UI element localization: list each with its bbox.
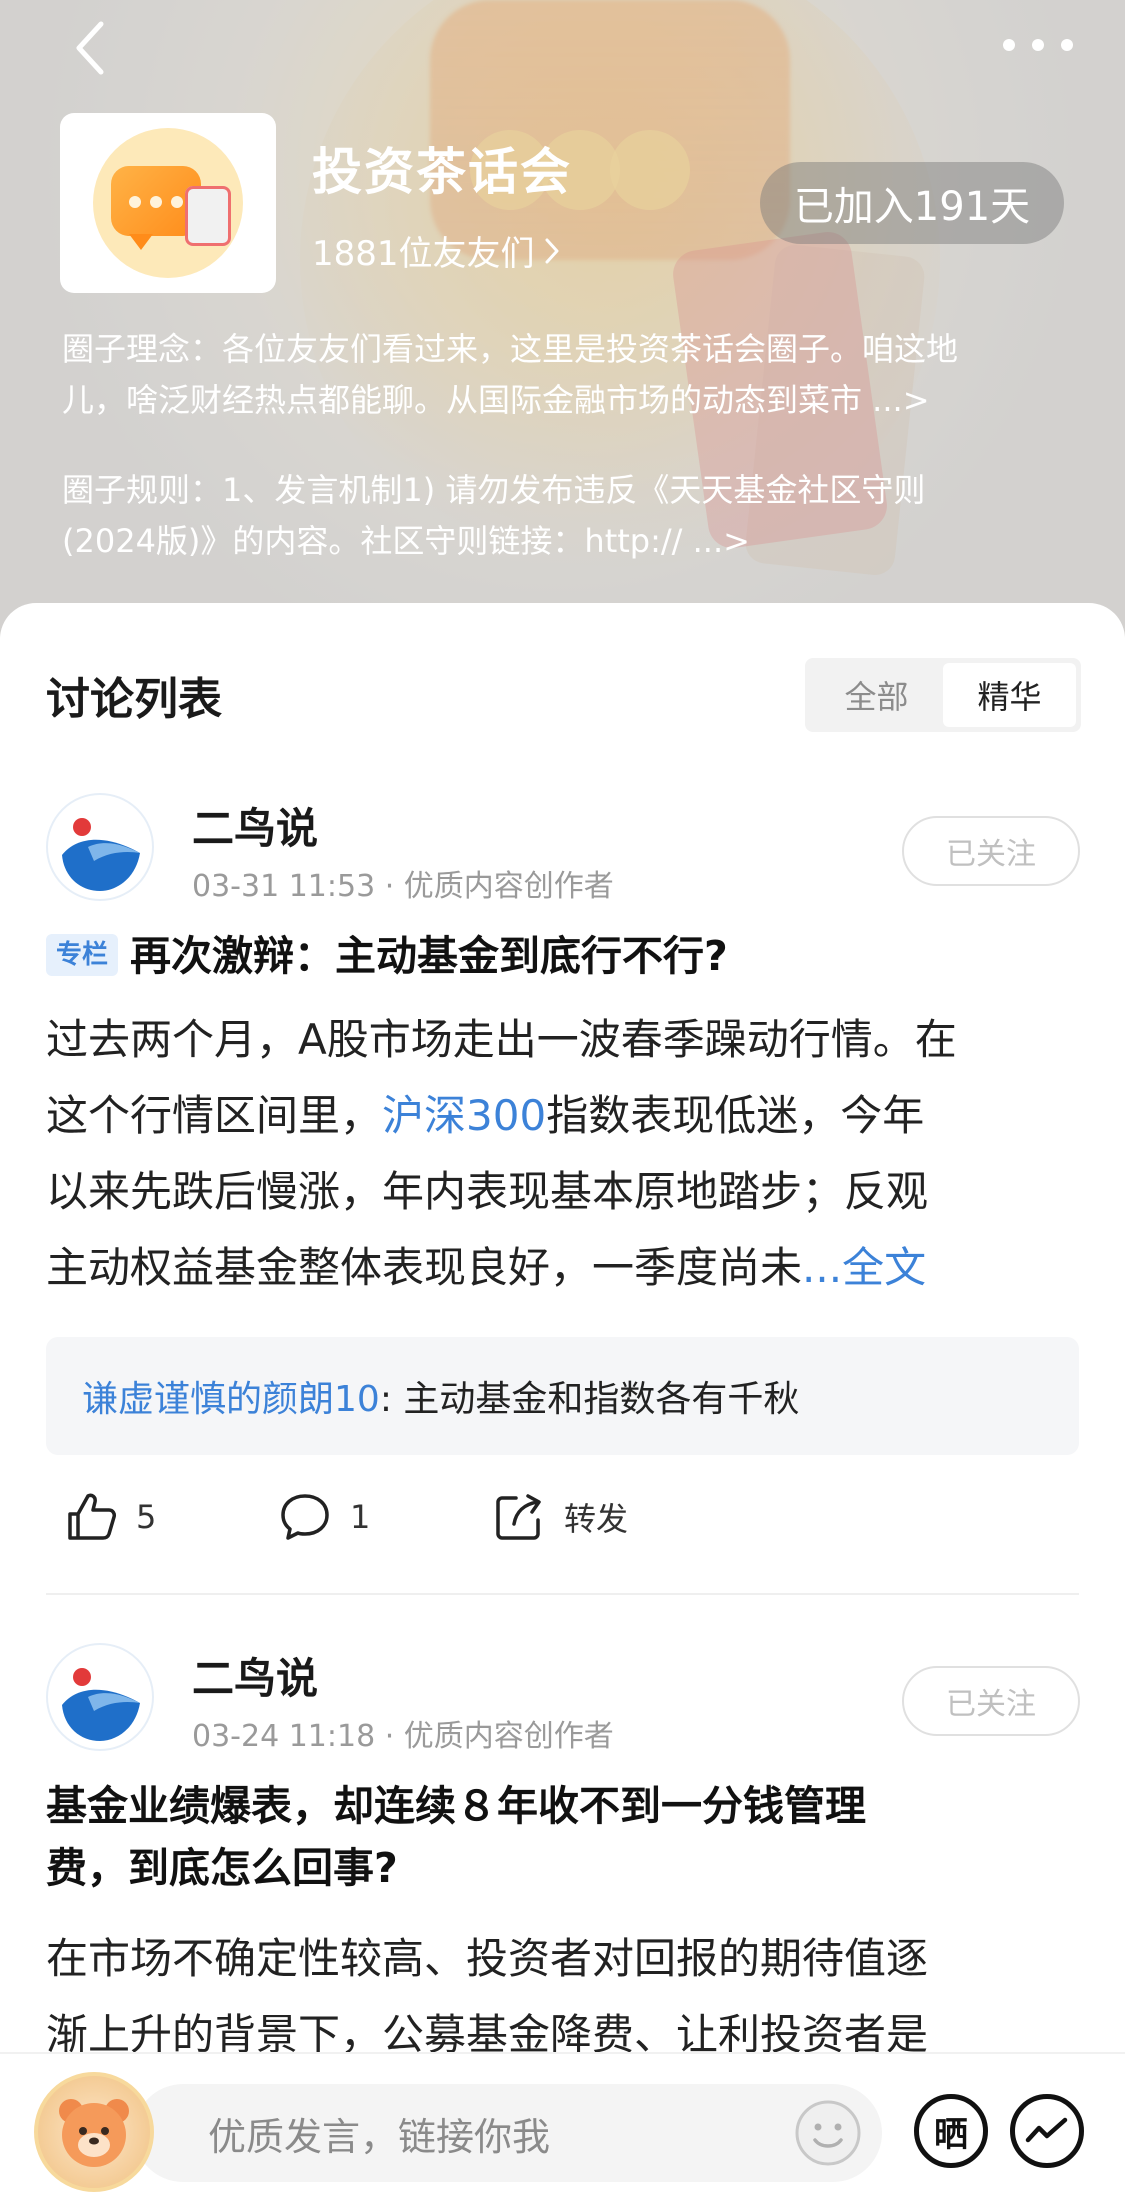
group-logo [60,113,276,293]
bottom-compose-bar: 优质发言，链接你我 晒 [0,2052,1125,2205]
filter-tabs: 全部 精华 [805,658,1081,732]
comment-button[interactable]: 1 [278,1490,370,1544]
more-dots-icon [1003,39,1015,51]
chevron-left-icon [76,21,104,75]
body-line: 过去两个月，A股市场走出一波春季躁动行情。在 [46,1015,957,1064]
comment-count: 1 [350,1498,371,1536]
smiley-icon [795,2100,861,2166]
chevron-right-icon [545,238,559,263]
trend-line-icon [1025,2117,1068,2143]
body-text: 主动权益基金整体表现良好，一季度尚未 [46,1243,803,1292]
author-logo-icon [52,799,148,895]
discussion-list-title: 讨论列表 [46,674,222,725]
post-title-line: 基金业绩爆表，却连续８年收不到一分钱管理 [46,1782,866,1830]
body-line: 主动权益基金整体表现良好，一季度尚未...全文 [46,1230,1086,1306]
author-avatar[interactable] [46,793,154,901]
post-divider [46,1593,1079,1595]
group-name: 投资茶话会 [312,143,572,201]
body-line: 这个行情区间里，沪深300指数表现低迷，今年 [46,1078,1086,1154]
trend-button[interactable] [1010,2094,1084,2168]
post-meta: 03-31 11:53 · 优质内容创作者 [192,869,614,904]
post-meta: 03-24 11:18 · 优质内容创作者 [192,1719,614,1754]
comment-bubble-icon [281,1494,329,1540]
thumbs-up-icon [68,1493,116,1540]
compose-input[interactable]: 优质发言，链接你我 [134,2084,882,2182]
group-header: 投资茶话会 1881位友友们 已加入191天 圈子理念：各位友友们看过来，这里是… [0,0,1125,640]
member-count-text: 1881位友友们 [312,234,535,274]
post-title-text: 再次激辩：主动基金到底行不行? [130,932,728,980]
body-text: 指数表现低迷，今年 [546,1091,925,1140]
share-label: 转发 [564,1500,629,1538]
tab-featured[interactable]: 精华 [943,663,1076,727]
group-rules[interactable]: 圈子规则：1、发言机制1) 请勿发布违反《天天基金社区守则 (2024版)》的内… [62,465,1072,567]
body-text: 这个行情区间里， [46,1091,383,1140]
follow-button[interactable]: 已关注 [902,1666,1080,1736]
body-line: 在市场不确定性较高、投资者对回报的期待值逐 [46,1934,929,1983]
member-count-link[interactable]: 1881位友友们 [312,226,561,275]
rules-line: (2024版)》的内容。社区守则链接：http:// ...> [62,522,750,560]
like-count: 5 [136,1498,157,1536]
post-title[interactable]: 专栏 再次激辩：主动基金到底行不行? [46,925,1086,987]
group-philosophy[interactable]: 圈子理念：各位友友们看过来，这里是投资茶话会圈子。咱这地 儿，啥泛财经热点都能聊… [62,324,1072,426]
share-photo-button[interactable]: 晒 [914,2094,988,2168]
share-icon [496,1494,541,1540]
comment-text: : 主动基金和指数各有千秋 [379,1379,800,1420]
share-button[interactable]: 转发 [492,1490,628,1544]
follow-button[interactable]: 已关注 [902,816,1080,886]
share-photo-label: 晒 [934,2114,968,2155]
column-tag: 专栏 [46,934,119,976]
chat-bubble-icon [93,128,243,278]
philosophy-line: 圈子理念：各位友友们看过来，这里是投资茶话会圈子。咱这地 [62,330,959,368]
top-comment[interactable]: 谦虚谨慎的颜朗10: 主动基金和指数各有千秋 [46,1337,1079,1455]
back-button[interactable] [60,18,120,78]
discussion-panel: 讨论列表 全部 精华 二鸟说 03-31 11:53 · 优质内容创作者 已关注… [0,603,1125,2205]
index-link[interactable]: 沪深300 [382,1091,546,1140]
bear-avatar-icon [59,2099,129,2167]
author-name[interactable]: 二鸟说 [192,795,318,856]
post-title[interactable]: 基金业绩爆表，却连续８年收不到一分钱管理 费，到底怎么回事? [46,1775,1086,1899]
philosophy-line: 儿，啥泛财经热点都能聊。从国际金融市场的动态到菜市 ...> [62,381,930,419]
emoji-button[interactable] [793,2098,863,2168]
post-title-line: 费，到底怎么回事? [46,1844,398,1892]
post-body[interactable]: 在市场不确定性较高、投资者对回报的期待值逐 渐上升的背景下，公募基金降费、让利投… [46,1921,1086,2073]
post-body[interactable]: 过去两个月，A股市场走出一波春季躁动行情。在 这个行情区间里，沪深300指数表现… [46,1002,1086,1306]
more-dots-icon [1061,39,1073,51]
tab-all[interactable]: 全部 [810,663,943,727]
comment-user[interactable]: 谦虚谨慎的颜朗10 [82,1370,380,1422]
compose-placeholder: 优质发言，链接你我 [208,2114,551,2159]
like-button[interactable]: 5 [64,1490,156,1544]
expand-full-text-link[interactable]: ...全文 [802,1243,926,1292]
user-avatar[interactable] [34,2072,154,2192]
rules-line: 圈子规则：1、发言机制1) 请勿发布违反《天天基金社区守则 [62,471,926,509]
more-dots-icon [1032,39,1044,51]
body-line: 以来先跌后慢涨，年内表现基本原地踏步；反观 [46,1167,929,1216]
author-name[interactable]: 二鸟说 [192,1645,318,1706]
author-logo-icon [52,1649,148,1745]
joined-badge: 已加入191天 [760,162,1064,244]
author-avatar[interactable] [46,1643,154,1751]
more-options-button[interactable] [1003,30,1073,60]
